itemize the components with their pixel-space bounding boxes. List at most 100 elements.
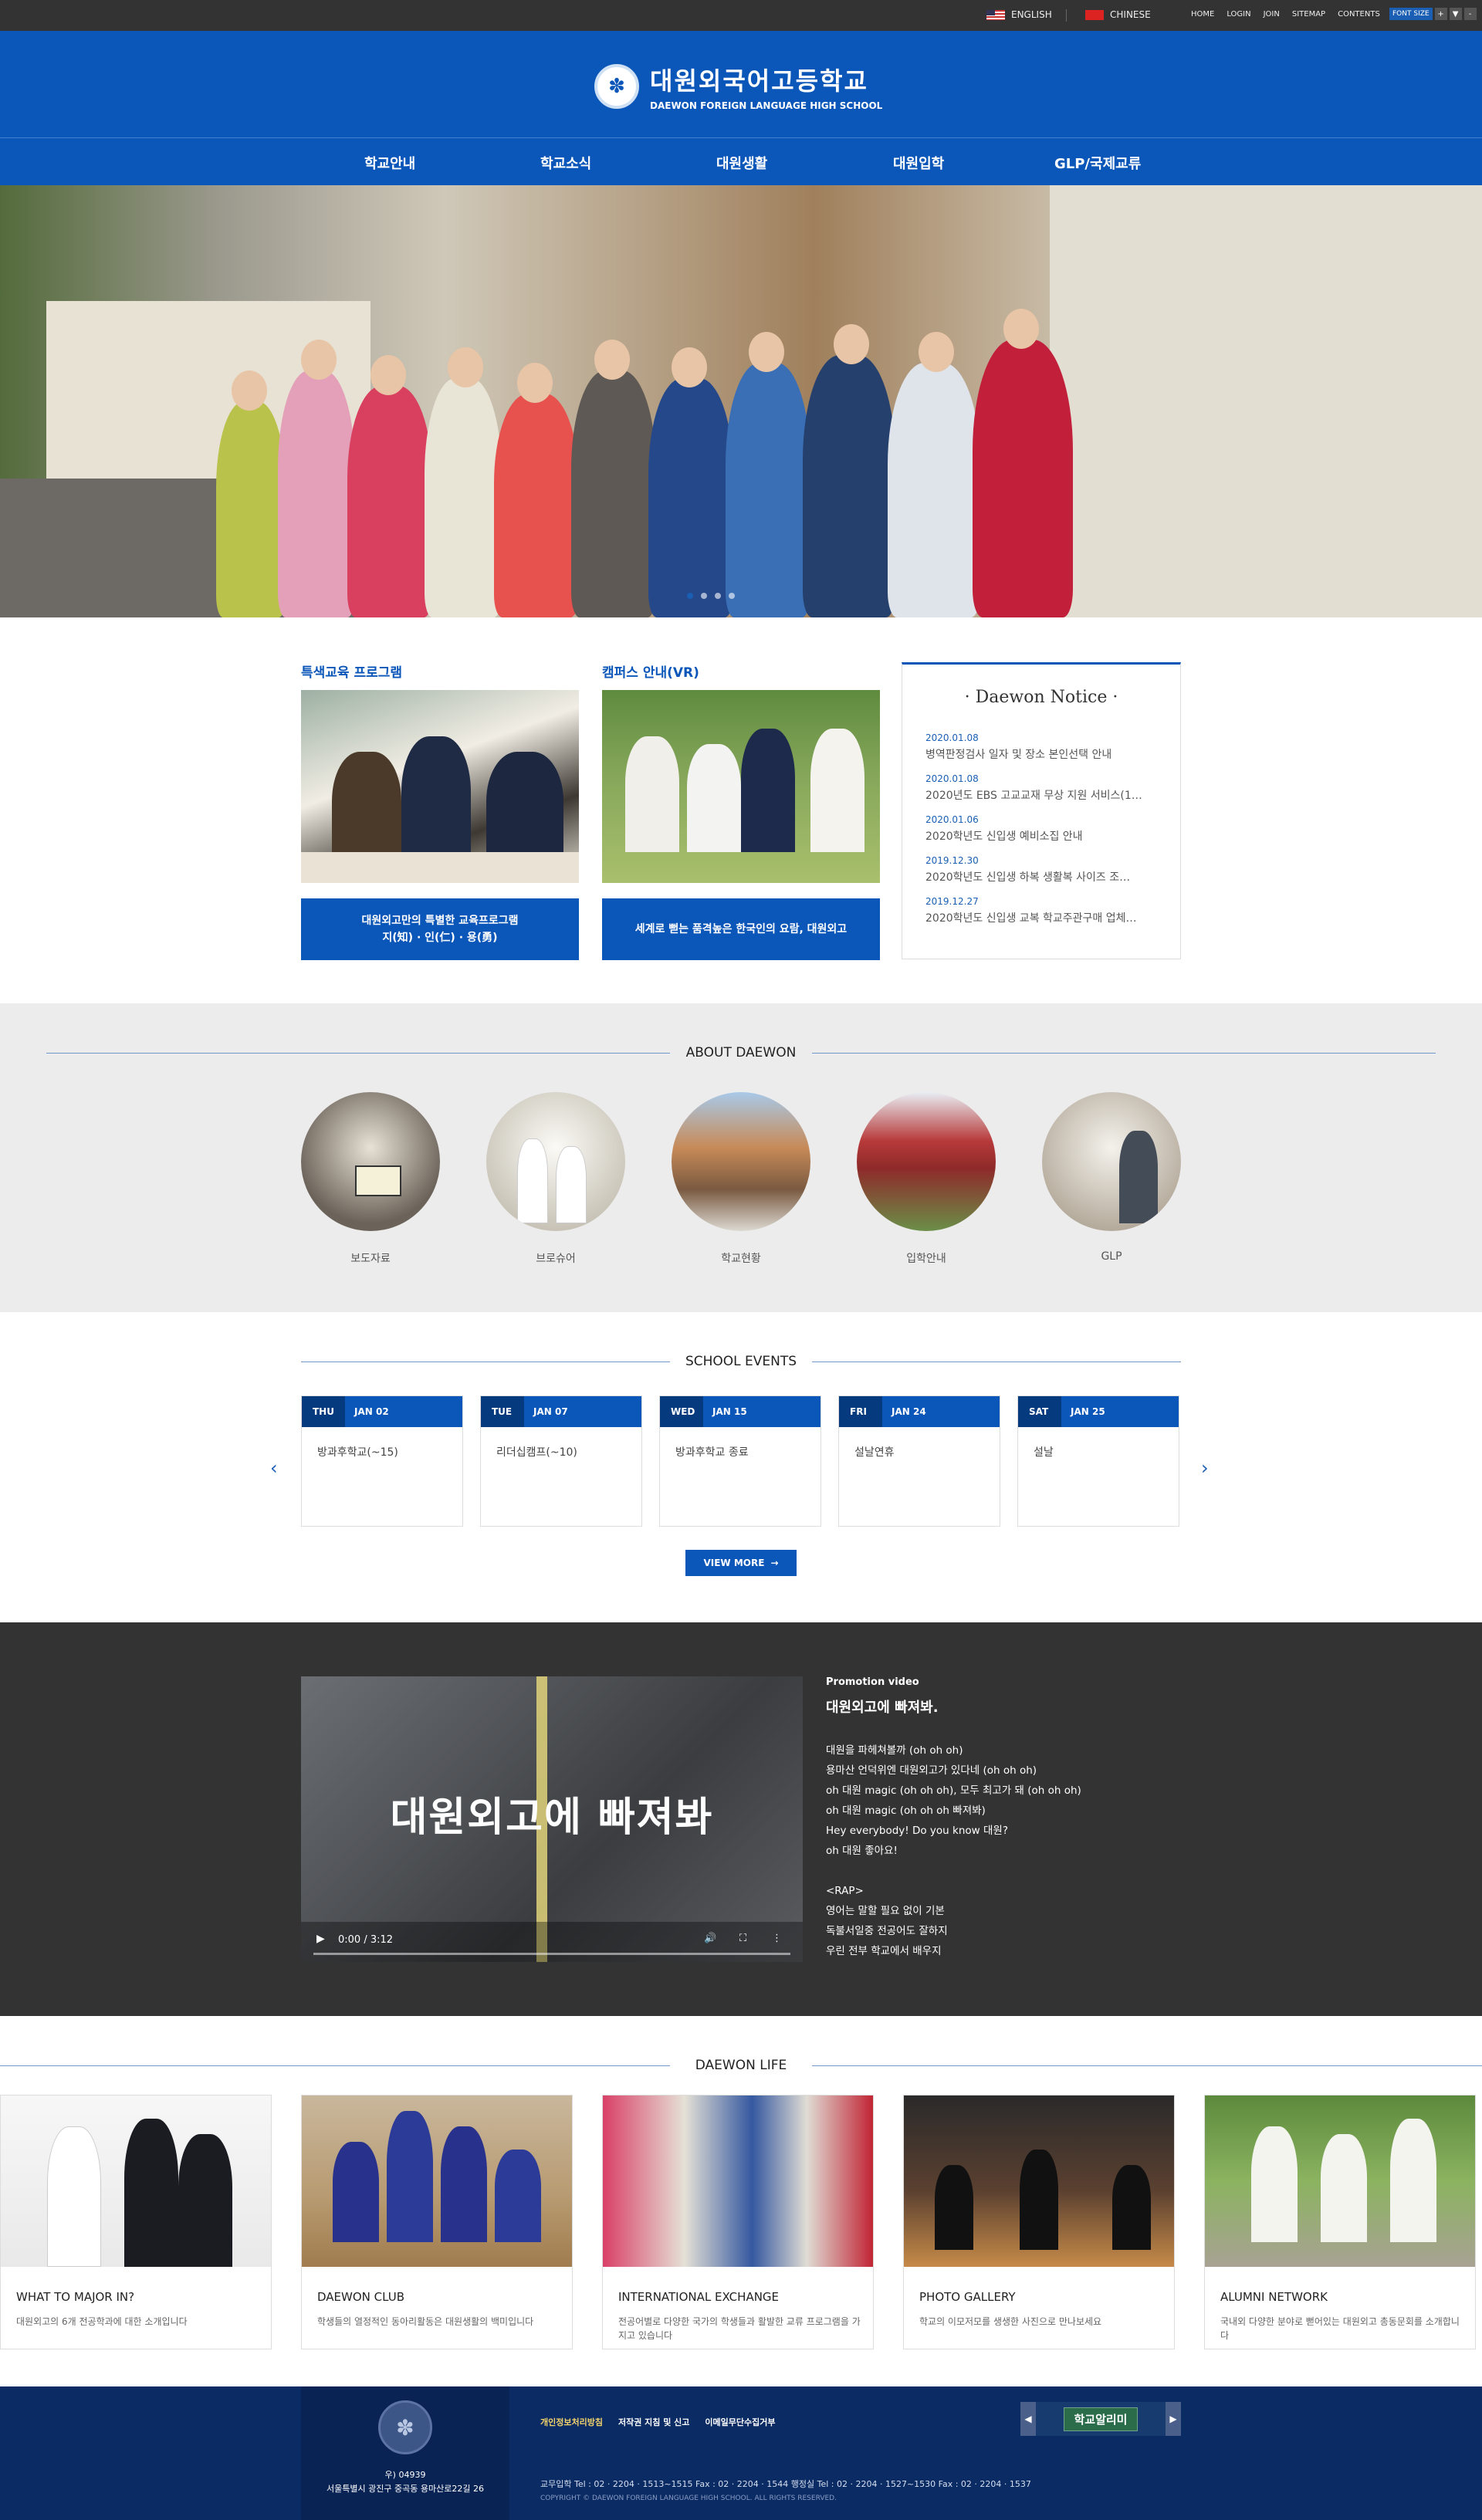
about-press-label[interactable]: 보도자료 bbox=[301, 1250, 440, 1266]
top-link-sitemap[interactable]: SITEMAP bbox=[1292, 10, 1325, 19]
top-link-contents[interactable]: CONTENTS bbox=[1338, 10, 1380, 19]
nav-school-life[interactable]: 대원생활 bbox=[716, 153, 767, 173]
event-date: JAN 24 bbox=[892, 1406, 926, 1417]
lyric-line: 용마산 언덕위엔 대원외고가 있다네 (oh oh oh) bbox=[826, 1764, 1037, 1777]
event-day: TUE bbox=[481, 1396, 524, 1427]
campus-vr-image[interactable] bbox=[602, 690, 880, 883]
life-card-gallery[interactable]: PHOTO GALLERY 학교의 이모저모를 생생한 사진으로 만나보세요 bbox=[903, 2095, 1175, 2349]
school-info-banner[interactable]: 학교알리미 bbox=[1064, 2407, 1138, 2431]
event-title: 방과후학교(~15) bbox=[317, 1446, 398, 1459]
about-status-image[interactable] bbox=[672, 1092, 810, 1231]
banner-prev-icon[interactable]: ◀ bbox=[1020, 2402, 1036, 2436]
notice-board: · Daewon Notice · 2020.01.08 병역판정검사 일자 및… bbox=[902, 662, 1181, 959]
hero-person bbox=[973, 340, 1073, 617]
footer-link-privacy[interactable]: 개인정보처리방침 bbox=[540, 2416, 603, 2428]
promo-lyrics: 대원을 파헤쳐볼까 (oh oh oh) 용마산 언덕위엔 대원외고가 있다네 … bbox=[826, 1740, 1081, 1961]
notice-text[interactable]: 2020학년도 신입생 하복 생활복 사이즈 조… bbox=[925, 869, 1157, 885]
top-link-join[interactable]: JOIN bbox=[1264, 10, 1280, 19]
about-status-label[interactable]: 학교현황 bbox=[672, 1250, 810, 1266]
font-reset-button[interactable]: ▼ bbox=[1449, 8, 1462, 20]
nav-school-info[interactable]: 학교안내 bbox=[364, 153, 415, 173]
photo-student bbox=[741, 729, 795, 852]
notice-item[interactable]: 2019.12.27 2020학년도 신입생 교복 학교주관구매 업체… bbox=[925, 896, 1157, 925]
more-options-icon[interactable]: ⋮ bbox=[772, 1933, 782, 1944]
lang-chinese-link[interactable]: CHINESE bbox=[1085, 9, 1151, 20]
special-program-title[interactable]: 특색교육 프로그램 bbox=[301, 661, 402, 681]
site-logo[interactable]: ✽ 대원외국어고등학교 DAEWON FOREIGN LANGUAGE HIGH… bbox=[594, 62, 882, 111]
nav-admission[interactable]: 대원입학 bbox=[893, 153, 944, 173]
lang-english-label: ENGLISH bbox=[1011, 9, 1052, 20]
font-increase-button[interactable]: + bbox=[1434, 8, 1447, 20]
footer-contact-info: 교무입학 Tel : 02 · 2204 · 1513~1515 Fax : 0… bbox=[540, 2479, 1031, 2489]
view-more-button[interactable]: VIEW MORE → bbox=[685, 1550, 797, 1576]
life-card-exchange[interactable]: INTERNATIONAL EXCHANGE 전공어별로 다양한 국가의 학생들… bbox=[602, 2095, 874, 2349]
photo-performer bbox=[935, 2165, 973, 2250]
footer-link-copyright[interactable]: 저작권 지침 및 신고 bbox=[618, 2416, 689, 2428]
nav-glp-exchange[interactable]: GLP/국제교류 bbox=[1054, 153, 1141, 173]
footer-address: 서울특별시 광진구 중곡동 용마산로22길 26 bbox=[327, 2484, 484, 2494]
footer-link-email[interactable]: 이메일무단수집거부 bbox=[705, 2416, 775, 2428]
campus-vr-button[interactable]: 세계로 뻗는 품격높은 한국인의 요람, 대원외고 bbox=[602, 898, 880, 960]
event-card[interactable]: WED JAN 15 방과후학교 종료 bbox=[659, 1395, 821, 1527]
hero-dot[interactable] bbox=[715, 593, 721, 599]
hero-dot[interactable] bbox=[729, 593, 735, 599]
us-flag-icon bbox=[986, 9, 1005, 20]
notice-date: 2020.01.08 bbox=[925, 732, 979, 743]
lyric-line: Hey everybody! Do you know 대원? bbox=[826, 1825, 1008, 1837]
event-card[interactable]: SAT JAN 25 설날 bbox=[1017, 1395, 1179, 1527]
hero-dot-active[interactable] bbox=[687, 593, 693, 599]
top-link-login[interactable]: LOGIN bbox=[1227, 10, 1250, 19]
events-next-arrow-icon[interactable]: › bbox=[1201, 1457, 1209, 1479]
hero-head bbox=[301, 340, 337, 380]
lyric-line: <RAP> bbox=[826, 1885, 864, 1897]
notice-text[interactable]: 병역판정검사 일자 및 장소 본인선택 안내 bbox=[925, 746, 1157, 762]
special-program-button[interactable]: 대원외고만의 특별한 교육프로그램 지(知) · 인(仁) · 용(勇) bbox=[301, 898, 579, 960]
promotion-video-player[interactable]: 대원외고에 빠져봐 ▶ 0:00 / 3:12 🔊 ⛶ ⋮ bbox=[301, 1676, 803, 1962]
notice-item[interactable]: 2019.12.30 2020학년도 신입생 하복 생활복 사이즈 조… bbox=[925, 855, 1157, 885]
photo-student bbox=[47, 2126, 101, 2267]
about-admission-image[interactable] bbox=[857, 1092, 996, 1231]
hero-head bbox=[1003, 309, 1039, 349]
video-progress-bar[interactable] bbox=[313, 1953, 790, 1955]
notice-item[interactable]: 2020.01.08 병역판정검사 일자 및 장소 본인선택 안내 bbox=[925, 732, 1157, 762]
notice-title[interactable]: · Daewon Notice · bbox=[902, 688, 1180, 707]
banner-next-icon[interactable]: ▶ bbox=[1166, 2402, 1181, 2436]
life-card-major[interactable]: WHAT TO MAJOR IN? 대원외고의 6개 전공학과에 대한 소개입니… bbox=[0, 2095, 272, 2349]
notice-text[interactable]: 2020학년도 신입생 교복 학교주관구매 업체… bbox=[925, 910, 1157, 925]
campus-vr-title[interactable]: 캠퍼스 안내(VR) bbox=[602, 661, 699, 681]
font-decrease-button[interactable]: - bbox=[1463, 8, 1477, 20]
fullscreen-icon[interactable]: ⛶ bbox=[739, 1933, 746, 1944]
about-brochure-label[interactable]: 브로슈어 bbox=[486, 1250, 625, 1266]
footer-banner-slider: ◀ 학교알리미 ▶ bbox=[1020, 2402, 1181, 2436]
about-press-image[interactable] bbox=[301, 1092, 440, 1231]
event-date: JAN 02 bbox=[354, 1406, 389, 1417]
hero-head bbox=[919, 332, 954, 372]
event-date: JAN 25 bbox=[1071, 1406, 1105, 1417]
volume-icon[interactable]: 🔊 bbox=[704, 1933, 716, 1944]
top-utility-bar: ENGLISH CHINESE HOME LOGIN JOIN SITEMAP … bbox=[0, 0, 1482, 31]
life-card-alumni[interactable]: ALUMNI NETWORK 국내외 다양한 분야로 뻗어있는 대원외고 총동문… bbox=[1204, 2095, 1476, 2349]
lyric-line: oh 대원 magic (oh oh oh), 모두 최고가 돼 (oh oh … bbox=[826, 1784, 1081, 1797]
about-glp-label[interactable]: GLP bbox=[1042, 1250, 1181, 1263]
lang-english-link[interactable]: ENGLISH bbox=[986, 9, 1052, 20]
events-prev-arrow-icon[interactable]: ‹ bbox=[270, 1457, 278, 1479]
play-icon[interactable]: ▶ bbox=[316, 1933, 325, 1945]
top-link-home[interactable]: HOME bbox=[1191, 10, 1214, 19]
event-card[interactable]: FRI JAN 24 설날연휴 bbox=[838, 1395, 1000, 1527]
hero-dot[interactable] bbox=[701, 593, 707, 599]
event-card[interactable]: TUE JAN 07 리더십캠프(~10) bbox=[480, 1395, 642, 1527]
life-exchange-image bbox=[603, 2095, 873, 2267]
video-controls: ▶ 0:00 / 3:12 🔊 ⛶ ⋮ bbox=[301, 1922, 803, 1962]
about-glp-image[interactable] bbox=[1042, 1092, 1181, 1231]
notice-text[interactable]: 2020학년도 신입생 예비소집 안내 bbox=[925, 828, 1157, 844]
life-card-club[interactable]: DAEWON CLUB 학생들의 열정적인 동아리활동은 대원생활의 백미입니다 bbox=[301, 2095, 573, 2349]
about-admission-label[interactable]: 입학안내 bbox=[857, 1250, 996, 1266]
notice-item[interactable]: 2020.01.08 2020년도 EBS 고교교재 무상 지원 서비스(1… bbox=[925, 773, 1157, 803]
footer-postal: 우) 04939 bbox=[384, 2470, 426, 2480]
about-brochure-image[interactable] bbox=[486, 1092, 625, 1231]
event-card[interactable]: THU JAN 02 방과후학교(~15) bbox=[301, 1395, 463, 1527]
notice-text[interactable]: 2020년도 EBS 고교교재 무상 지원 서비스(1… bbox=[925, 787, 1157, 803]
special-program-image[interactable] bbox=[301, 690, 579, 883]
notice-item[interactable]: 2020.01.06 2020학년도 신입생 예비소집 안내 bbox=[925, 814, 1157, 844]
nav-school-news[interactable]: 학교소식 bbox=[540, 153, 591, 173]
